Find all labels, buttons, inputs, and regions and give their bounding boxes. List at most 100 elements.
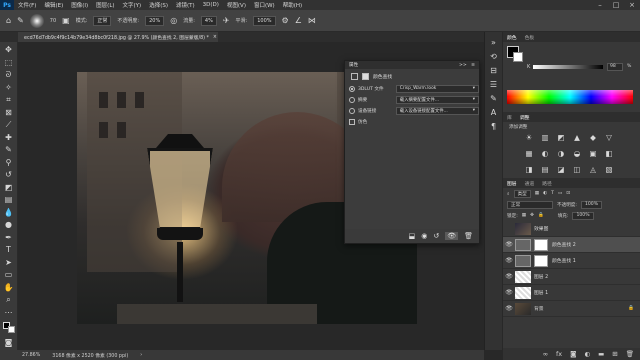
tab-swatches[interactable]: 色板 [525,34,535,41]
color-lookup-icon[interactable]: ▣ [587,148,599,160]
close-button[interactable]: × [624,0,640,10]
opacity-field[interactable]: 20% [145,15,165,26]
mask-icon[interactable] [362,72,369,80]
levels-icon[interactable]: ▥ [539,132,551,144]
menu-file[interactable]: 文件(F) [14,1,40,9]
paragraph-panel-icon[interactable]: ¶ [491,122,496,132]
hand-tool-icon[interactable]: ✋ [2,282,16,295]
document-tab-close-icon[interactable]: × [213,35,217,40]
layer-row[interactable]: 👁 颜色查找 2 [503,237,640,253]
fill-field[interactable]: 100% [572,211,594,220]
panel-collapse-icon[interactable]: >> [459,63,467,68]
character-panel-icon[interactable]: A [491,108,496,118]
layer-mask-thumbnail[interactable] [534,238,548,251]
device-link-select[interactable]: 载入设备链接配置文件... ▾ [395,106,479,115]
smoothing-field[interactable]: 100% [253,15,276,26]
eraser-tool-icon[interactable]: ✎ [17,16,24,25]
invert-icon[interactable]: ◧ [603,148,615,160]
eye-icon[interactable]: 👁 [503,305,515,312]
quick-select-tool-icon[interactable]: ✧ [2,82,16,95]
healing-brush-tool-icon[interactable]: ✚ [2,132,16,145]
menu-3d[interactable]: 3D(D) [199,2,223,8]
clone-stamp-tool-icon[interactable]: ⚲ [2,157,16,170]
menu-type[interactable]: 文字(Y) [119,1,146,9]
properties-panel-icon[interactable]: ⊟ [490,66,497,76]
frame-tool-icon[interactable]: ⊠ [2,107,16,120]
filter-shape-icon[interactable]: ▭ [558,191,562,196]
lock-pixels-icon[interactable]: ▦ [522,213,526,218]
flow-field[interactable]: 4% [200,15,217,26]
brush-settings-icon[interactable]: ▣ [62,16,70,25]
menu-select[interactable]: 选择(S) [145,1,172,9]
status-menu-icon[interactable]: › [140,353,142,358]
lock-all-icon[interactable]: 🔒 [538,213,544,218]
crop-tool-icon[interactable]: ⌗ [2,94,16,107]
marquee-tool-icon[interactable]: ⬚ [2,57,16,70]
properties-panel-header[interactable]: 属性 >> ≡ [345,61,479,69]
menu-layer[interactable]: 图层(L) [92,1,118,9]
layer-row[interactable]: 效果图 [503,221,640,237]
document-tab[interactable]: ecd76d7db9c4f9c14b79e34d8bc0f218.jpg @ 2… [18,32,218,42]
tab-color[interactable]: 颜色 [507,34,517,41]
menu-edit[interactable]: 编辑(E) [40,1,67,9]
filter-smart-icon[interactable]: ⊡ [566,191,570,196]
tab-paths[interactable]: 路径 [542,180,552,187]
vibrance-icon[interactable]: ◆ [587,132,599,144]
more-tools-icon[interactable]: ⋯ [2,307,16,320]
new-adjustment-icon[interactable]: ◐ [584,350,590,358]
selective-color-icon[interactable]: ◪ [555,164,567,176]
layer-row[interactable]: 👁 图层 1 [503,285,640,301]
pressure-opacity-icon[interactable]: ◎ [170,16,177,25]
tab-layers[interactable]: 图层 [507,180,517,187]
k-slider[interactable] [533,65,603,69]
eyedropper-tool-icon[interactable]: ⟋ [2,119,16,132]
menu-view[interactable]: 视图(V) [223,1,250,9]
angle-icon[interactable]: ∠ [295,16,302,25]
path-select-tool-icon[interactable]: ➤ [2,257,16,270]
zoom-tool-icon[interactable]: ⌕ [2,294,16,307]
filter-pixel-icon[interactable]: ▦ [535,191,539,196]
layer-row[interactable]: 👁 图层 2 [503,269,640,285]
abstract-select[interactable]: 载入摘要配置文件... ▾ [395,95,479,104]
color-spectrum[interactable] [507,90,633,104]
dither-checkbox[interactable] [349,118,355,125]
trash-icon[interactable]: 🗑 [626,350,634,358]
layer-opacity-field[interactable]: 100% [580,200,603,209]
exposure-icon[interactable]: ▲ [571,132,583,144]
eye-icon[interactable]: 👁 [503,241,515,248]
add-mask-icon[interactable]: ◙ [570,350,576,358]
menu-image[interactable]: 图像(I) [67,1,92,9]
new-layer-icon[interactable]: ⊞ [612,350,617,358]
layer-row[interactable]: 👁 颜色查找 1 [503,253,640,269]
filter-type-icon[interactable]: T [551,191,554,196]
tab-channels[interactable]: 通道 [525,180,535,187]
panel-menu-icon[interactable]: ≡ [471,63,475,68]
brush-settings-panel-icon[interactable]: ✎ [490,94,497,104]
k-value-field[interactable]: 98 [607,63,623,71]
eye-icon[interactable]: 👁 [503,289,515,296]
rectangle-tool-icon[interactable]: ▭ [2,269,16,282]
fx-icon[interactable]: fx [556,350,562,358]
maximize-button[interactable]: □ [608,0,624,10]
menu-window[interactable]: 窗口(W) [250,1,279,9]
blend-mode-select[interactable]: 正常 [507,200,553,209]
dodge-tool-icon[interactable]: ● [2,219,16,232]
photo-filter-icon[interactable]: ◑ [555,148,567,160]
collapse-dock-icon[interactable]: » [491,38,496,48]
match-color-icon[interactable]: ▧ [603,164,615,176]
black-white-icon[interactable]: ◐ [539,148,551,160]
document-info[interactable]: 3168 像素 x 2520 像素 (300 ppi) [52,352,128,359]
blur-tool-icon[interactable]: 💧 [2,207,16,220]
type-tool-icon[interactable]: T [2,244,16,257]
color-panel-background[interactable] [513,52,523,62]
zoom-level[interactable]: 27.86% [22,353,40,358]
visibility-icon[interactable]: 👁 [445,232,459,240]
abstract-radio[interactable] [349,96,355,103]
menu-filter[interactable]: 滤镜(T) [172,1,199,9]
lut-file-radio[interactable] [349,85,355,92]
layer-kind-filter[interactable]: 类型 [513,189,531,198]
posterize-icon[interactable]: ◨ [523,164,535,176]
color-swatches[interactable] [2,322,15,333]
layer-row[interactable]: 👁 背景 🔒 [503,301,640,317]
background-color[interactable] [7,326,15,333]
